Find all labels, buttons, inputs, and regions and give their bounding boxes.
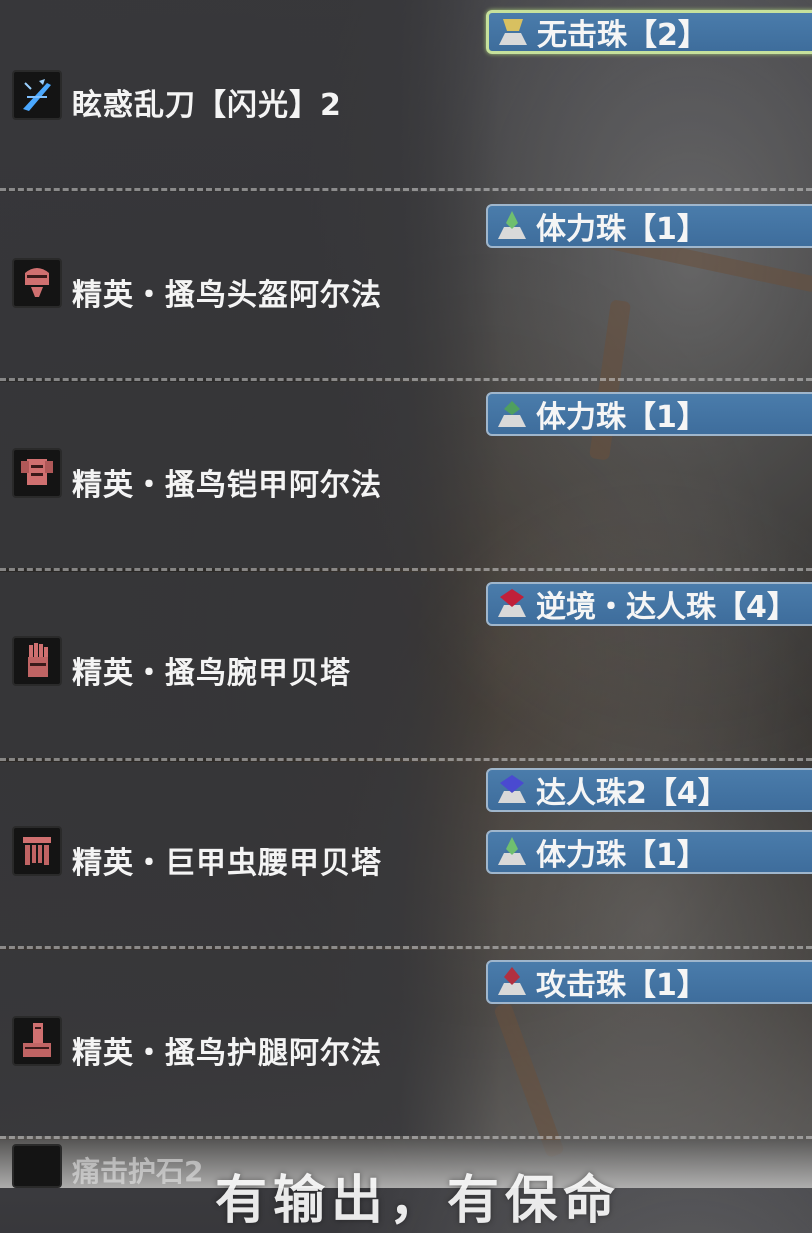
equipment-row-weapon[interactable]: 眩惑乱刀【闪光】2 无击珠【2】 bbox=[0, 0, 812, 188]
decoration-slot[interactable]: 体力珠【1】 bbox=[486, 204, 812, 248]
chest-armor-icon bbox=[12, 448, 62, 498]
row-divider bbox=[0, 758, 812, 761]
decoration-label: 无击珠【2】 bbox=[537, 18, 708, 53]
decoration-label: 体力珠【1】 bbox=[536, 838, 707, 873]
decoration-label: 攻击珠【1】 bbox=[536, 968, 707, 1003]
decoration-slot[interactable]: 攻击珠【1】 bbox=[486, 960, 812, 1004]
decoration-label: 体力珠【1】 bbox=[536, 212, 707, 247]
decoration-label: 达人珠2【4】 bbox=[536, 776, 728, 811]
critical-gem-red-icon bbox=[498, 589, 526, 617]
decoration-slot[interactable]: 体力珠【1】 bbox=[486, 830, 812, 874]
video-subtitle: 有输出，有保命 bbox=[215, 1171, 622, 1231]
gauntlet-icon bbox=[12, 636, 62, 686]
helmet-icon bbox=[12, 258, 62, 308]
row-divider bbox=[0, 188, 812, 191]
equipment-row-waist[interactable]: 精英・巨甲虫腰甲贝塔 达人珠2【4】 体力珠【1】 bbox=[0, 762, 812, 946]
charm-name[interactable]: 痛击护石2 bbox=[72, 1150, 203, 1190]
attack-gem-yellow-icon bbox=[499, 19, 527, 45]
item-name: 精英・搔鸟铠甲阿尔法 bbox=[72, 468, 382, 503]
row-divider bbox=[0, 1136, 812, 1139]
health-gem-green-icon bbox=[498, 401, 526, 427]
health-gem-green-icon bbox=[498, 837, 526, 865]
item-name: 精英・搔鸟腕甲贝塔 bbox=[72, 656, 351, 691]
decoration-slot[interactable]: 体力珠【1】 bbox=[486, 392, 812, 436]
decoration-label: 逆境・达人珠【4】 bbox=[536, 590, 797, 625]
equipment-row-legs[interactable]: 精英・搔鸟护腿阿尔法 攻击珠【1】 bbox=[0, 950, 812, 1136]
expert-gem-blue-icon bbox=[498, 775, 526, 803]
attack-gem-red-icon bbox=[498, 967, 526, 995]
item-name: 精英・搔鸟护腿阿尔法 bbox=[72, 1036, 382, 1071]
leg-armor-icon bbox=[12, 1016, 62, 1066]
decoration-slot[interactable]: 无击珠【2】 bbox=[486, 10, 812, 54]
row-divider bbox=[0, 568, 812, 571]
equipment-row-chest[interactable]: 精英・搔鸟铠甲阿尔法 体力珠【1】 bbox=[0, 382, 812, 568]
equipment-row-arms[interactable]: 精英・搔鸟腕甲贝塔 逆境・达人珠【4】 bbox=[0, 572, 812, 758]
item-name: 精英・搔鸟头盔阿尔法 bbox=[72, 278, 382, 313]
decoration-label: 体力珠【1】 bbox=[536, 400, 707, 435]
item-name: 精英・巨甲虫腰甲贝塔 bbox=[72, 846, 382, 881]
health-gem-green-icon bbox=[498, 211, 526, 239]
row-divider bbox=[0, 946, 812, 949]
row-divider bbox=[0, 378, 812, 381]
equipment-row-head[interactable]: 精英・搔鸟头盔阿尔法 体力珠【1】 bbox=[0, 192, 812, 378]
waist-armor-icon bbox=[12, 826, 62, 876]
charm-icon bbox=[12, 1144, 62, 1188]
dual-blades-icon bbox=[12, 70, 62, 120]
decoration-slot[interactable]: 达人珠2【4】 bbox=[486, 768, 812, 812]
decoration-slot[interactable]: 逆境・达人珠【4】 bbox=[486, 582, 812, 626]
item-name: 眩惑乱刀【闪光】2 bbox=[72, 88, 342, 123]
